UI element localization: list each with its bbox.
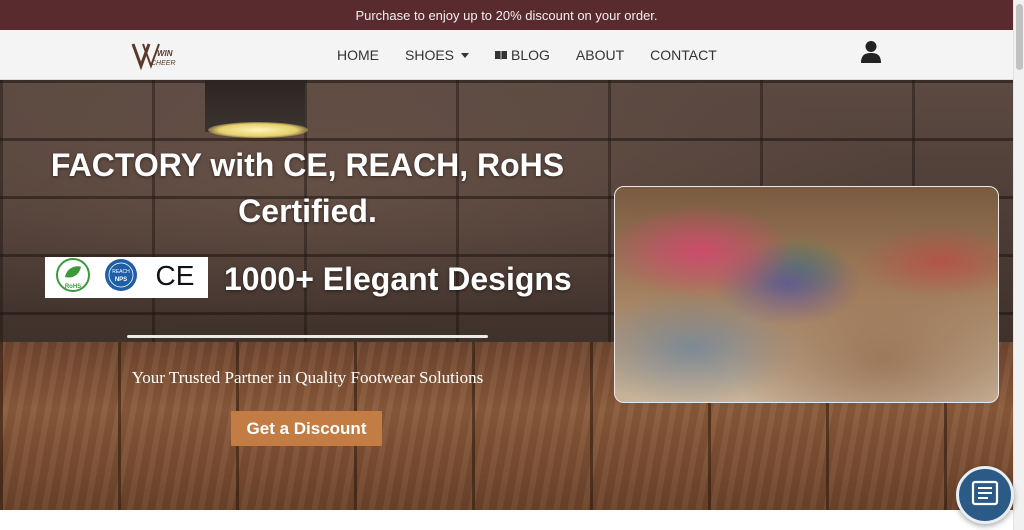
nav-item-shoes[interactable]: SHOES — [405, 47, 470, 63]
announcement-text: Purchase to enjoy up to 20% discount on … — [355, 7, 658, 23]
navbar: WIN CHEER HOME SHOES BLOG ABOUT CONTACT — [0, 30, 1013, 80]
nav-item-contact[interactable]: CONTACT — [650, 47, 717, 63]
reach-badge-text: REACH — [113, 269, 131, 275]
nav-item-about[interactable]: ABOUT — [576, 47, 624, 63]
form-icon — [970, 478, 1000, 513]
rohs-badge-icon: RoHS — [55, 257, 91, 298]
main-nav: HOME SHOES BLOG ABOUT CONTACT — [337, 30, 717, 80]
rohs-badge-text: RoHS — [65, 284, 81, 290]
nav-item-label: SHOES — [405, 47, 455, 63]
nav-item-blog[interactable]: BLOG — [495, 47, 550, 63]
factory-workers-photo — [614, 186, 999, 403]
nav-item-label: BLOG — [511, 47, 550, 63]
user-icon[interactable] — [860, 40, 882, 64]
logo-line2: CHEER — [151, 60, 176, 67]
chat-widget-button[interactable] — [956, 466, 1014, 524]
announcement-bar: Purchase to enjoy up to 20% discount on … — [0, 0, 1013, 30]
reach-badge-subtext: NPS — [115, 277, 127, 283]
nav-item-home[interactable]: HOME — [337, 47, 379, 63]
hero-divider — [127, 335, 488, 338]
chevron-down-icon — [461, 52, 470, 58]
ce-mark-icon: CE — [152, 260, 198, 295]
brand-logo[interactable]: WIN CHEER — [131, 40, 183, 71]
hero-tagline: Your Trusted Partner in Quality Footwear… — [131, 368, 484, 387]
logo-line1: WIN — [157, 49, 173, 58]
nav-item-label: HOME — [337, 47, 379, 63]
hero-headline: FACTORY with CE, REACH, RoHS Certified. — [50, 147, 565, 229]
hero-subhead: 1000+ Elegant Designs — [224, 261, 572, 297]
certification-badges: RoHS REACH NPS CE — [45, 257, 208, 298]
page-scrollbar[interactable] — [1013, 0, 1024, 530]
nav-item-label: CONTACT — [650, 47, 717, 63]
get-discount-button[interactable]: Get a Discount — [231, 411, 382, 446]
hero-banner: FACTORY with CE, REACH, RoHS Certified. … — [0, 80, 1013, 510]
scrollbar-thumb[interactable] — [1016, 4, 1023, 70]
nav-item-label: ABOUT — [575, 47, 625, 63]
lamp-glow — [208, 122, 308, 138]
ce-mark-text: CE — [155, 260, 194, 290]
reach-badge-icon: REACH NPS — [103, 257, 139, 298]
book-icon — [495, 50, 508, 60]
